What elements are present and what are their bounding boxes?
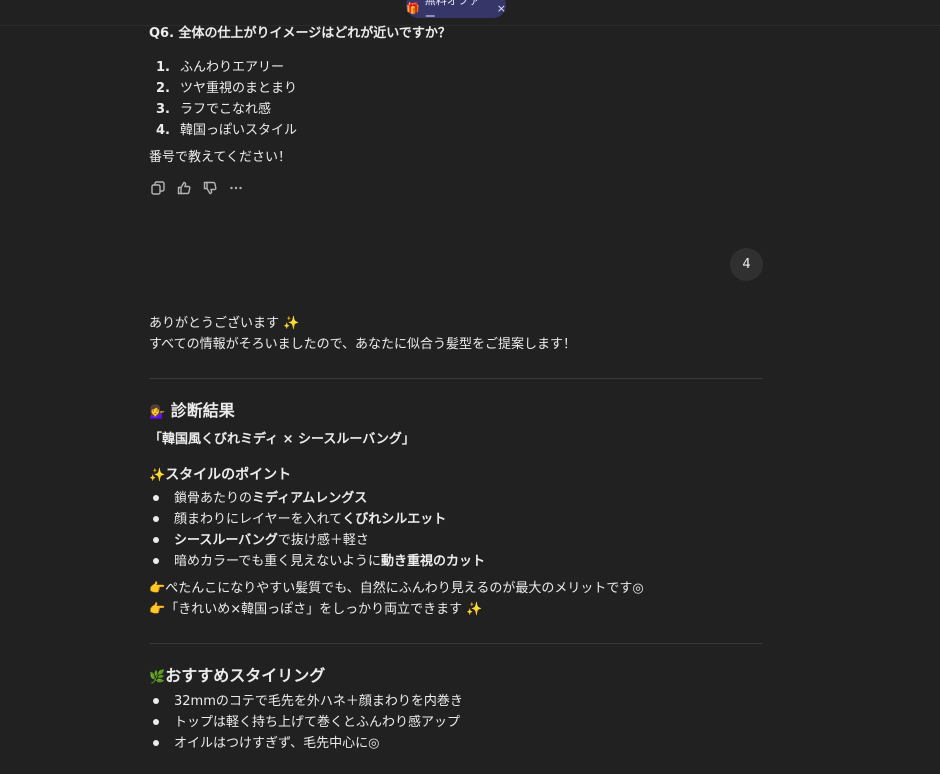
intro-line: すべての情報がそろいましたので、あなたに似合う髪型をご提案します！ (149, 337, 577, 352)
point-item: 鎖骨あたりのミディアムレングス (153, 490, 367, 508)
herb-icon: 🌿 (149, 670, 166, 685)
note-line-1: 👉ぺたんこになりやすい髪質でも、自然にふんわり見えるのが最大のメリットです◎ (149, 581, 644, 596)
option-item: 3. ラフでこなれ感 (156, 102, 272, 117)
gift-icon: 🎁 (406, 1, 420, 15)
note-line-2: 👉「きれいめ×韓国っぽさ」をしっかり両立できます ✨ (149, 602, 483, 617)
option-item: 1. ふんわりエアリー (156, 60, 285, 75)
question-prompt: 番号で教えてください！ (149, 150, 291, 165)
sparkle-icon: ✨ (283, 316, 300, 331)
thanks-line: ありがとうございます ✨ (149, 316, 300, 331)
free-offer-pill[interactable]: 🎁 無料オファー × (406, 0, 506, 23)
divider (149, 643, 763, 644)
person-tipping-hand-icon: 💁‍♀️ (149, 405, 166, 420)
point-item: 顔まわりにレイヤーを入れてくびれシルエット (153, 511, 446, 529)
divider (149, 378, 763, 379)
message-actions (149, 180, 245, 196)
sparkle-icon: ✨ (466, 602, 483, 617)
free-offer-label[interactable]: 無料オファー (425, 0, 490, 24)
option-item: 4. 韓国っぽいスタイル (156, 123, 298, 138)
user-message-bubble: 4 (730, 248, 763, 281)
pointing-hand-icon: 👉 (149, 602, 166, 617)
thumbs-down-icon[interactable] (201, 180, 219, 196)
point-item: シースルーバングで抜け感＋軽さ (153, 532, 369, 550)
close-offer-icon[interactable]: × (497, 2, 506, 15)
styling-item: トップは軽く持ち上げて巻くとふんわり感アップ (153, 714, 460, 732)
point-item: 暗めカラーでも重く見えないように動き重視のカット (153, 553, 485, 571)
points-heading: ✨スタイルのポイント (149, 467, 292, 483)
more-icon[interactable] (227, 180, 245, 196)
styling-item: 32mmのコテで毛先を外ハネ＋顔まわりを内巻き (153, 693, 463, 711)
styling-heading: 🌿おすすめスタイリング (149, 666, 326, 686)
styling-item: オイルはつけすぎず、毛先中心に◎ (153, 735, 379, 753)
pointing-hand-icon: 👉 (149, 581, 166, 596)
style-name: 「韓国風くびれミディ × シースルーバング」 (149, 432, 415, 447)
copy-icon[interactable] (149, 180, 167, 196)
result-heading: 💁‍♀️ 診断結果 (149, 401, 235, 421)
question-heading: Q6. 全体の仕上がりイメージはどれが近いですか？ (149, 26, 451, 41)
option-item: 2. ツヤ重視のまとまり (156, 81, 298, 96)
sparkle-icon: ✨ (149, 468, 166, 483)
thumbs-up-icon[interactable] (175, 180, 193, 196)
